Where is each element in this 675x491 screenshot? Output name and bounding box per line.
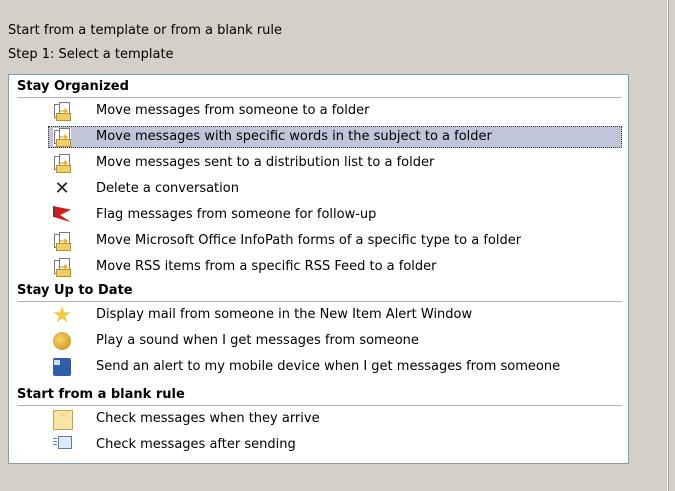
speaker-sound-icon: [53, 332, 71, 350]
list-item-label: Display mail from someone in the New Ite…: [96, 307, 473, 322]
list-item-label: Move RSS items from a specific RSS Feed …: [96, 259, 437, 274]
list-item-move-infopath[interactable]: Move Microsoft Office InfoPath forms of …: [17, 228, 622, 254]
list-item-label: Move messages sent to a distribution lis…: [96, 155, 435, 170]
envelope-icon: [53, 410, 73, 430]
list-item-label: Check messages after sending: [96, 437, 296, 452]
group-header: Start from a blank rule: [17, 385, 622, 406]
step-1-caption: Step 1: Select a template: [8, 47, 174, 62]
intro-caption: Start from a template or from a blank ru…: [8, 23, 283, 38]
list-item-label: Delete a conversation: [96, 181, 239, 196]
list-item-label: Play a sound when I get messages from so…: [96, 333, 419, 348]
list-item-label: Send an alert to my mobile device when I…: [96, 359, 561, 374]
list-item-move-specific-words[interactable]: Move messages with specific words in the…: [17, 124, 622, 150]
move-to-folder-icon: [53, 232, 71, 251]
list-item-move-rss[interactable]: Move RSS items from a specific RSS Feed …: [17, 254, 622, 280]
list-item-label: Move messages from someone to a folder: [96, 103, 370, 118]
mobile-device-icon: [53, 358, 71, 376]
list-item-play-sound[interactable]: Play a sound when I get messages from so…: [17, 328, 622, 354]
move-to-folder-icon: [53, 102, 71, 121]
group-stay-up-to-date: Stay Up to Date Display mail from someon…: [17, 281, 622, 380]
group-blank-rule: Start from a blank rule Check messages w…: [17, 385, 622, 458]
list-item-new-item-alert[interactable]: Display mail from someone in the New Ite…: [17, 302, 622, 328]
new-item-alert-icon: [53, 306, 71, 323]
list-item-label: Move messages with specific words in the…: [96, 129, 492, 144]
group-header: Stay Up to Date: [17, 281, 622, 302]
group-stay-organized: Stay Organized Move messages from someon…: [17, 77, 622, 280]
move-to-folder-icon: [53, 258, 71, 277]
list-item-move-from-someone[interactable]: Move messages from someone to a folder: [17, 98, 622, 124]
move-to-folder-icon: [53, 128, 71, 147]
list-item-check-after-sending[interactable]: Check messages after sending: [17, 432, 622, 458]
delete-x-icon: ✕: [54, 178, 70, 199]
red-flag-icon: [53, 206, 71, 223]
list-item-delete-conversation[interactable]: ✕ Delete a conversation: [17, 176, 622, 202]
group-header: Stay Organized: [17, 77, 622, 98]
list-item-check-arrive[interactable]: Check messages when they arrive: [17, 406, 622, 432]
move-to-folder-icon: [53, 154, 71, 173]
list-item-flag-messages[interactable]: Flag messages from someone for follow-up: [17, 202, 622, 228]
list-item-label: Check messages when they arrive: [96, 411, 320, 426]
window-edge-shadow: [668, 0, 669, 491]
send-envelope-icon: [53, 436, 72, 454]
list-item-label: Move Microsoft Office InfoPath forms of …: [96, 233, 522, 248]
list-item-move-distribution-list[interactable]: Move messages sent to a distribution lis…: [17, 150, 622, 176]
list-item-label: Flag messages from someone for follow-up: [96, 207, 377, 222]
list-item-mobile-alert[interactable]: Send an alert to my mobile device when I…: [17, 354, 622, 380]
template-list[interactable]: Stay Organized Move messages from someon…: [8, 74, 629, 464]
